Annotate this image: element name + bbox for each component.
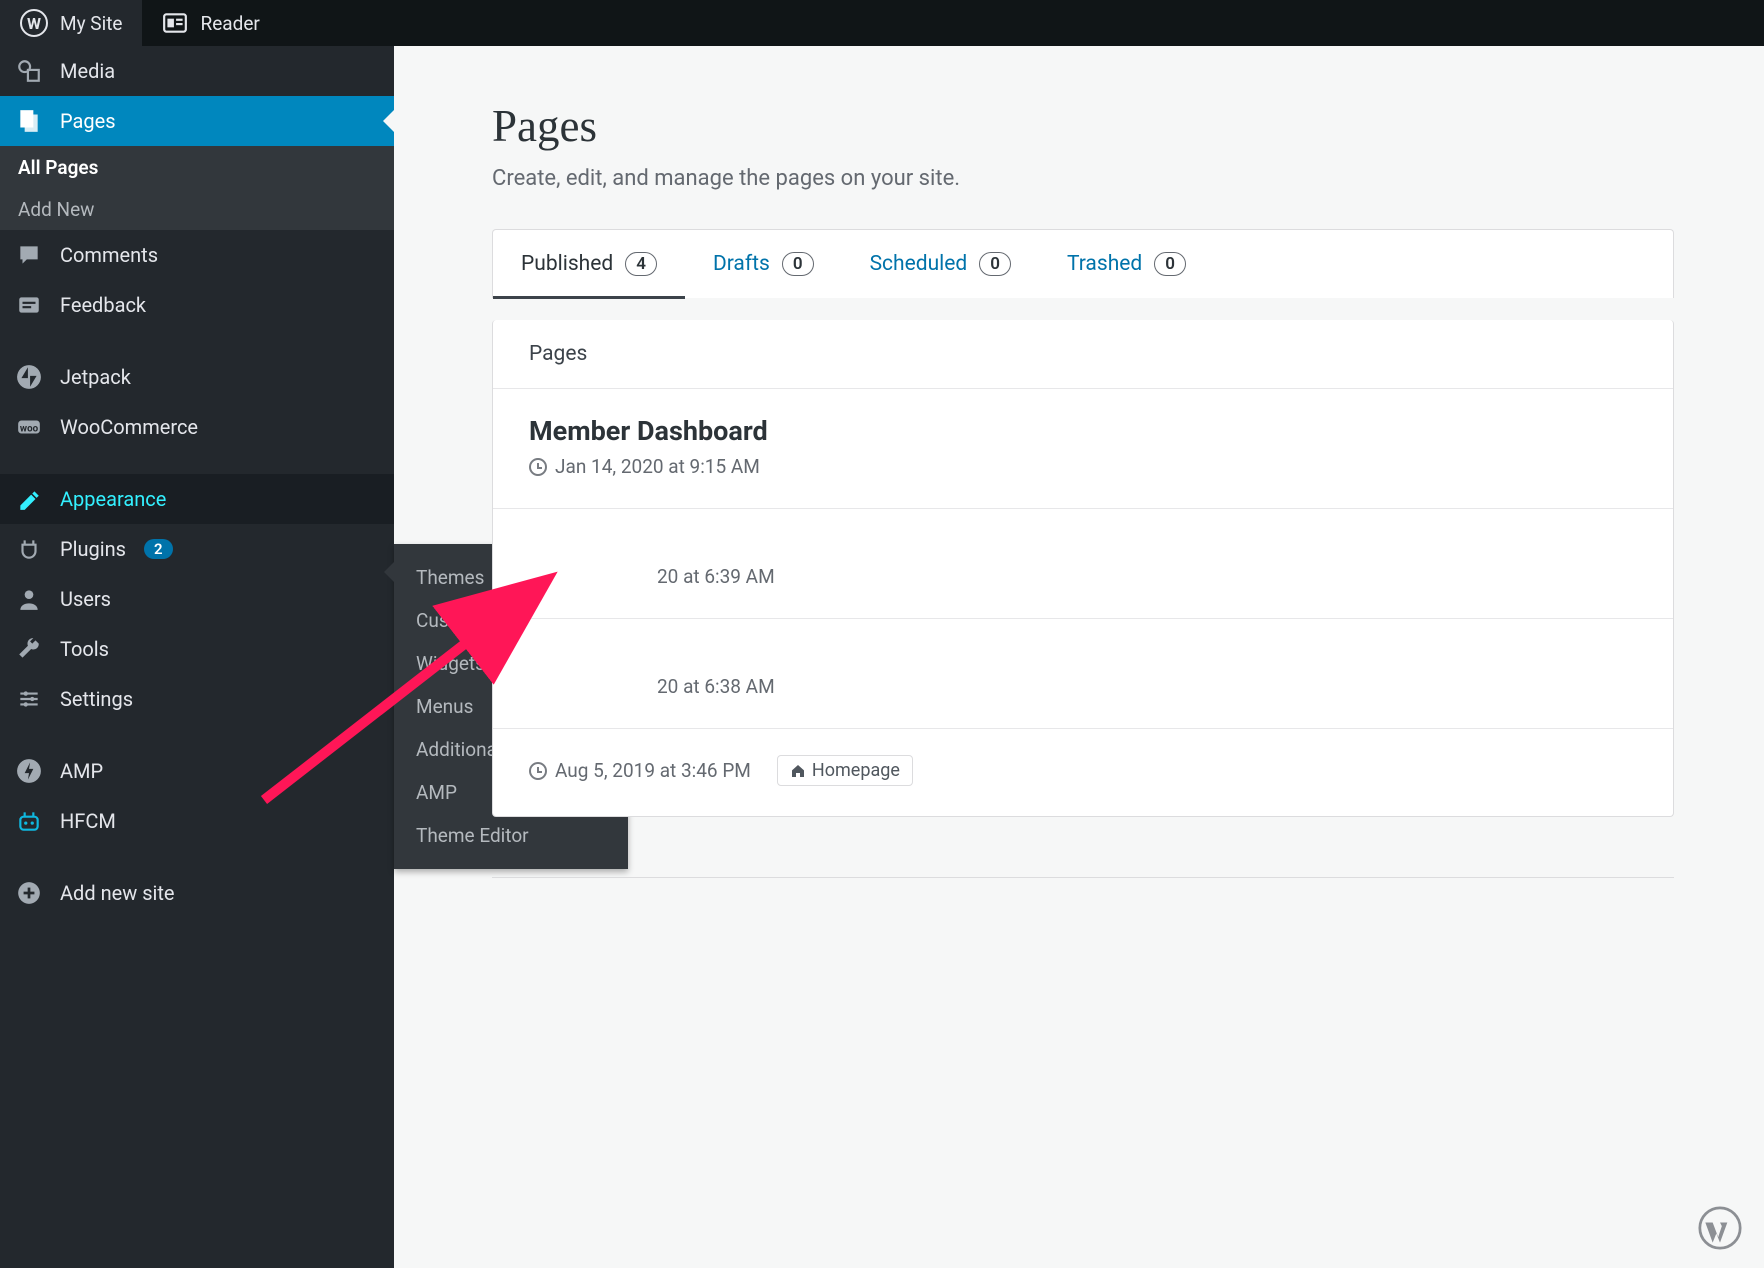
page-tabs: Published 4 Drafts 0 Scheduled 0 Trashed… — [492, 229, 1674, 298]
appearance-label: Appearance — [60, 487, 166, 511]
sidebar-item-woocommerce[interactable]: woo WooCommerce — [0, 402, 394, 452]
tab-scheduled[interactable]: Scheduled 0 — [842, 230, 1039, 298]
sidebar-item-pages[interactable]: Pages — [0, 96, 394, 146]
comments-icon — [16, 242, 42, 268]
main-content: Pages Create, edit, and manage the pages… — [394, 46, 1764, 1268]
page-row[interactable]: Member Dashboard Jan 14, 2020 at 9:15 AM — [493, 389, 1673, 509]
page-row-meta: Jan 14, 2020 at 9:15 AM — [529, 455, 1637, 478]
homepage-label: Homepage — [812, 760, 900, 781]
pages-list: Pages Member Dashboard Jan 14, 2020 at 9… — [492, 320, 1674, 817]
sidebar-item-tools[interactable]: Tools — [0, 624, 394, 674]
sidebar-item-media[interactable]: Media — [0, 46, 394, 96]
feedback-icon — [16, 292, 42, 318]
woocommerce-icon: woo — [16, 414, 42, 440]
hfcm-icon — [16, 808, 42, 834]
tab-scheduled-label: Scheduled — [870, 252, 968, 276]
jetpack-label: Jetpack — [60, 365, 131, 389]
topbar-reader-label: Reader — [200, 12, 259, 35]
page-row-date-fragment: 20 at 6:39 AM — [657, 565, 775, 588]
tab-drafts[interactable]: Drafts 0 — [685, 230, 842, 298]
tab-trashed[interactable]: Trashed 0 — [1039, 230, 1214, 298]
page-row[interactable]: 20 at 6:39 AM — [493, 509, 1673, 619]
hfcm-label: HFCM — [60, 809, 116, 833]
comments-label: Comments — [60, 243, 158, 267]
tab-trashed-label: Trashed — [1067, 252, 1142, 276]
reader-icon — [162, 10, 188, 36]
plugins-label: Plugins — [60, 537, 126, 561]
jetpack-icon — [16, 364, 42, 390]
media-label: Media — [60, 59, 115, 83]
page-title: Pages — [492, 100, 1674, 152]
media-icon — [16, 58, 42, 84]
topbar-my-site-label: My Site — [60, 12, 122, 35]
tab-trashed-count: 0 — [1154, 252, 1186, 276]
settings-icon — [16, 686, 42, 712]
tab-scheduled-count: 0 — [979, 252, 1011, 276]
tab-published-label: Published — [521, 252, 613, 276]
topbar: W My Site Reader — [0, 0, 1764, 46]
home-icon — [790, 763, 806, 779]
page-row-date: Aug 5, 2019 at 3:46 PM — [555, 759, 751, 782]
page-subtitle: Create, edit, and manage the pages on yo… — [492, 166, 1674, 191]
sidebar-item-settings[interactable]: Settings — [0, 674, 394, 724]
clock-icon — [529, 762, 547, 780]
plus-circle-icon — [16, 880, 42, 906]
sidebar-item-amp[interactable]: AMP — [0, 746, 394, 796]
sidebar-item-feedback[interactable]: Feedback — [0, 280, 394, 330]
tools-label: Tools — [60, 637, 109, 661]
wordpress-footer-icon — [1698, 1206, 1742, 1250]
sidebar-item-hfcm[interactable]: HFCM — [0, 796, 394, 846]
sidebar-item-appearance[interactable]: Appearance — [0, 474, 394, 524]
page-row[interactable]: Aug 5, 2019 at 3:46 PM Homepage — [493, 729, 1673, 816]
sidebar-item-jetpack[interactable]: Jetpack — [0, 352, 394, 402]
wordpress-logo-icon: W — [20, 9, 48, 37]
page-row-date-fragment: 20 at 6:38 AM — [657, 675, 775, 698]
amp-icon — [16, 758, 42, 784]
list-header: Pages — [493, 320, 1673, 389]
sidebar-item-users[interactable]: Users — [0, 574, 394, 624]
tab-drafts-label: Drafts — [713, 252, 770, 276]
homepage-badge: Homepage — [777, 755, 913, 786]
submenu-all-pages[interactable]: All Pages — [0, 146, 394, 188]
admin-sidebar: Media Pages All Pages Add New Comments F… — [0, 46, 394, 1268]
tools-icon — [16, 636, 42, 662]
svg-text:woo: woo — [20, 423, 39, 434]
pages-label: Pages — [60, 109, 116, 133]
sidebar-item-add-new-site[interactable]: Add new site — [0, 868, 394, 918]
woocommerce-label: WooCommerce — [60, 415, 198, 439]
clock-icon — [529, 458, 547, 476]
plugins-icon — [16, 536, 42, 562]
users-icon — [16, 586, 42, 612]
amp-label: AMP — [60, 759, 103, 783]
users-label: Users — [60, 587, 111, 611]
plugins-count-badge: 2 — [144, 539, 173, 559]
page-row[interactable]: 20 at 6:38 AM — [493, 619, 1673, 729]
appearance-icon — [16, 486, 42, 512]
topbar-my-site[interactable]: W My Site — [0, 0, 142, 46]
tab-published-count: 4 — [625, 252, 657, 276]
topbar-reader[interactable]: Reader — [142, 0, 279, 46]
sidebar-item-comments[interactable]: Comments — [0, 230, 394, 280]
add-new-site-label: Add new site — [60, 881, 175, 905]
pages-submenu: All Pages Add New — [0, 146, 394, 230]
page-row-date: Jan 14, 2020 at 9:15 AM — [555, 455, 760, 478]
tab-drafts-count: 0 — [782, 252, 814, 276]
pages-icon — [16, 108, 42, 134]
sidebar-item-plugins[interactable]: Plugins 2 — [0, 524, 394, 574]
submenu-add-new[interactable]: Add New — [0, 188, 394, 230]
page-row-title: Member Dashboard — [529, 415, 1637, 447]
feedback-label: Feedback — [60, 293, 146, 317]
settings-label: Settings — [60, 687, 133, 711]
tab-published[interactable]: Published 4 — [493, 230, 685, 298]
